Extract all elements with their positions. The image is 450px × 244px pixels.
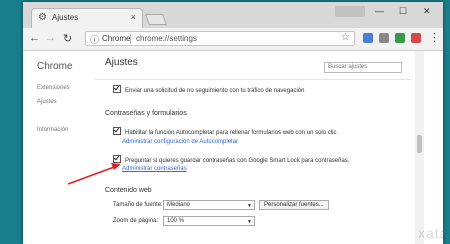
save-passwords-option[interactable]: Preguntar si quieres guardar contraseñas… [113, 155, 349, 164]
page-info-icon[interactable]: ⓘ [90, 33, 99, 46]
manage-autofill-link[interactable]: Administrar configuración de Autocomplet… [122, 139, 238, 145]
url-text[interactable]: chrome://settings [136, 34, 197, 43]
font-size-value: Mediano [167, 202, 191, 208]
tab-settings[interactable]: ⚙ Ajustes × [31, 8, 143, 28]
chevron-down-icon: ▼ [247, 219, 252, 225]
chrome-menu-icon[interactable]: ⋮ [429, 31, 440, 44]
extension-icon[interactable] [395, 33, 405, 43]
sidebar-item-settings[interactable]: Ajustes [37, 99, 57, 105]
tab-title: Ajustes [52, 13, 79, 22]
reload-icon[interactable]: ↻ [63, 32, 72, 45]
watermark: xataka [418, 225, 443, 241]
minimize-icon[interactable]: — [375, 6, 384, 16]
checkbox[interactable] [113, 85, 121, 93]
sidebar-item-extensions[interactable]: Extensiones [37, 85, 70, 91]
scrollbar-thumb[interactable] [417, 135, 422, 153]
tab-close-icon[interactable]: × [131, 12, 136, 22]
close-window-icon[interactable]: ✕ [423, 6, 431, 17]
chevron-down-icon: ▼ [247, 203, 252, 209]
checkbox[interactable] [113, 127, 121, 135]
extension-icon[interactable] [379, 33, 389, 43]
customize-fonts-button[interactable]: Personalizar fuentes... [259, 200, 329, 210]
translate-extension-icon[interactable] [363, 33, 373, 43]
title-bar: ⚙ Ajustes × — ☐ ✕ [23, 2, 443, 28]
do-not-track-option[interactable]: Enviar una solicitud de no seguimiento c… [113, 85, 304, 94]
checkbox-label: Habilitar la función Autocompletar para … [125, 130, 337, 136]
section-title-passwords: Contraseñas y formularios [105, 110, 187, 117]
gear-icon: ⚙ [38, 12, 47, 23]
autofill-option[interactable]: Habilitar la función Autocompletar para … [113, 127, 336, 136]
checkbox-label: Preguntar si quieres guardar contraseñas… [125, 158, 350, 164]
zoom-value: 100 % [167, 218, 185, 224]
page-title: Ajustes [105, 57, 138, 68]
back-icon[interactable]: ← [29, 32, 40, 44]
new-tab-button[interactable] [144, 14, 168, 25]
search-input[interactable]: Buscar ajustes [324, 62, 402, 73]
browser-window: ⚙ Ajustes × — ☐ ✕ ← → ↻ ⓘ Chrome chrome:… [23, 2, 443, 244]
font-size-select[interactable]: Mediano ▼ [163, 200, 255, 210]
toolbar: ← → ↻ ⓘ Chrome chrome://settings ☆ ⋮ [23, 28, 443, 51]
sidebar: Chrome Extensiones Ajustes Información [23, 51, 95, 244]
section-title-web-content: Contenido web [105, 187, 152, 194]
user-profile-chip[interactable] [335, 6, 365, 17]
checkbox-label: Enviar una solicitud de no seguimiento c… [125, 88, 305, 94]
address-bar[interactable]: ⓘ Chrome chrome://settings ☆ [85, 31, 355, 46]
zoom-label: Zoom de página: [113, 218, 159, 224]
manage-passwords-link[interactable]: Administrar contraseñas [122, 166, 187, 172]
bookmark-star-icon[interactable]: ☆ [341, 32, 350, 43]
omnibox-chip: Chrome [102, 34, 131, 43]
scrollbar[interactable] [415, 51, 424, 244]
sidebar-brand: Chrome [37, 61, 73, 72]
sidebar-item-about[interactable]: Información [37, 127, 68, 133]
omnibox-separator [130, 34, 131, 44]
pocket-extension-icon[interactable] [411, 33, 421, 43]
zoom-select[interactable]: 100 % ▼ [163, 216, 255, 226]
forward-icon[interactable]: → [45, 32, 56, 44]
header-divider [95, 79, 411, 80]
checkbox[interactable] [113, 155, 121, 163]
settings-content: Ajustes Buscar ajustes Enviar una solici… [95, 51, 415, 244]
maximize-icon[interactable]: ☐ [399, 6, 407, 17]
font-size-label: Tamaño de fuente: [113, 202, 163, 208]
